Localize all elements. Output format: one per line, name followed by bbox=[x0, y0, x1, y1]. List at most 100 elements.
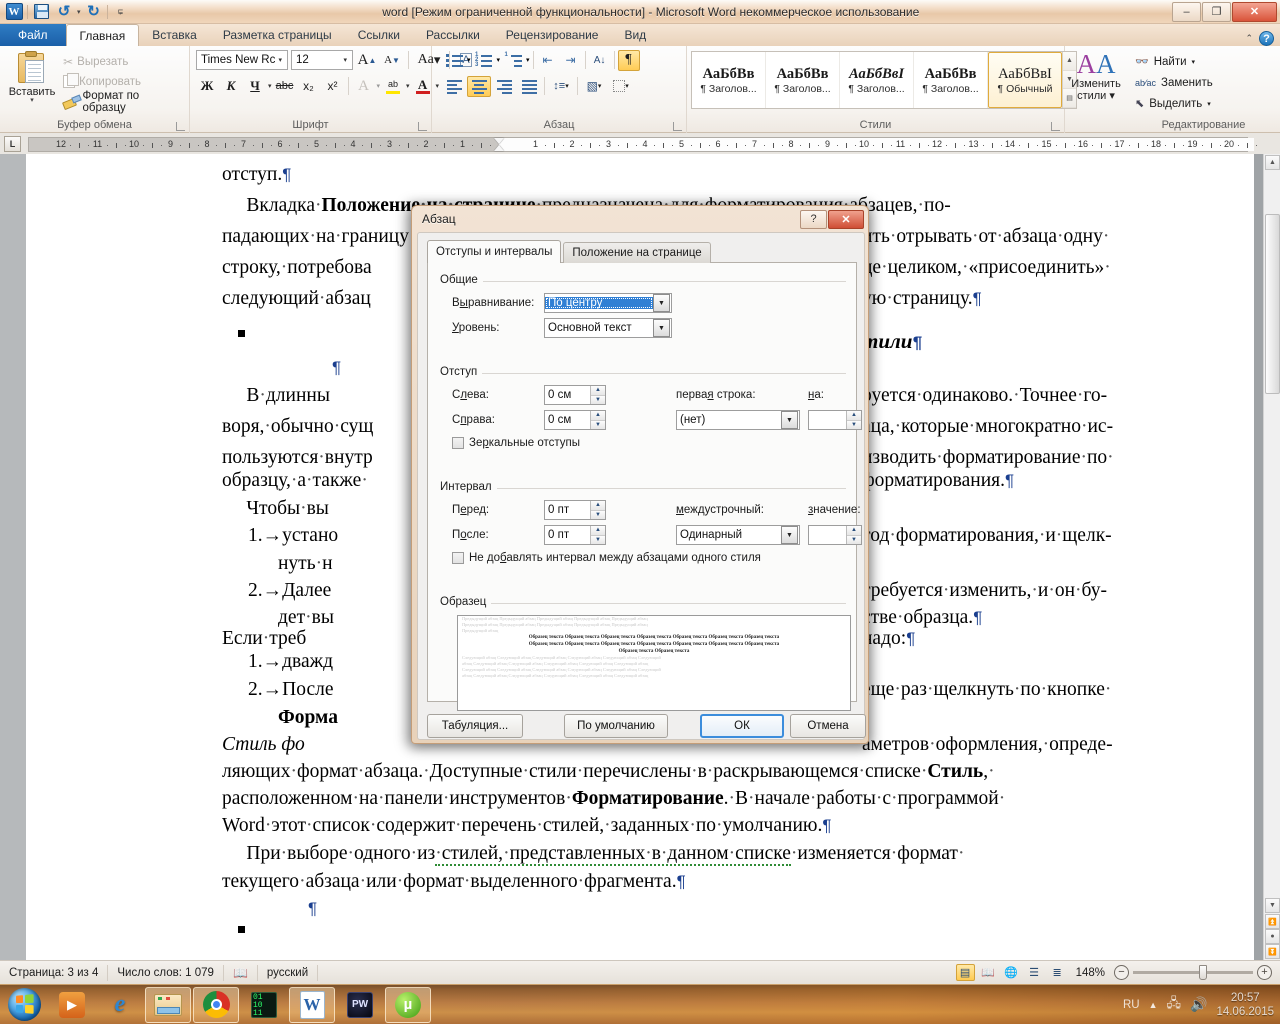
tab-selector-button[interactable]: L bbox=[4, 136, 21, 152]
highlight-button[interactable]: ab bbox=[382, 76, 404, 97]
clock[interactable]: 20:57 14.06.2015 bbox=[1216, 991, 1274, 1019]
style-item-normal[interactable]: АаБбВвI ¶ Обычный bbox=[988, 52, 1062, 108]
tab-home[interactable]: Главная bbox=[65, 24, 140, 46]
show-hidden-icons-button[interactable]: ▲ bbox=[1149, 1000, 1158, 1010]
justify-button[interactable] bbox=[517, 76, 541, 97]
mirror-indents-box[interactable] bbox=[452, 437, 464, 449]
scroll-down-icon[interactable]: ▼ bbox=[1265, 898, 1280, 913]
minimize-button[interactable]: – bbox=[1172, 1, 1201, 22]
italic-button[interactable]: К bbox=[220, 76, 242, 97]
taskbar-item-chrome[interactable] bbox=[193, 986, 239, 1023]
tab-mailings[interactable]: Рассылки bbox=[413, 24, 493, 46]
taskbar-item-utorrent[interactable]: µ bbox=[385, 986, 431, 1023]
status-proofing[interactable]: 📖 bbox=[224, 964, 258, 981]
align-left-button[interactable] bbox=[442, 76, 466, 97]
multilevel-list-button[interactable]: 1 bbox=[501, 50, 525, 71]
view-print-layout-button[interactable]: ▤ bbox=[955, 964, 975, 981]
close-button[interactable]: ✕ bbox=[1232, 1, 1277, 22]
alignment-dropdown-icon[interactable]: ▼ bbox=[653, 294, 670, 312]
underline-dropdown-icon[interactable]: ▾ bbox=[268, 82, 272, 90]
indent-left-spinner[interactable]: 0 см ▲ ▼ bbox=[544, 385, 606, 405]
font-name-combo[interactable]: Times New Rc ▾ bbox=[196, 50, 288, 70]
superscript-button[interactable]: x² bbox=[322, 76, 344, 97]
view-outline-button[interactable]: ☰ bbox=[1025, 964, 1044, 981]
indent-right-spinner[interactable]: 0 см ▲ ▼ bbox=[544, 410, 606, 430]
status-language[interactable]: русский bbox=[258, 964, 319, 981]
volume-icon[interactable]: 🔊 bbox=[1190, 996, 1207, 1013]
subscript-button[interactable]: x₂ bbox=[298, 76, 320, 97]
line-spacing-button[interactable]: ↕≡ ▾ bbox=[548, 76, 574, 97]
previous-page-icon[interactable]: ⏫ bbox=[1265, 914, 1280, 929]
ok-button[interactable]: ОК bbox=[700, 714, 784, 738]
status-words[interactable]: Число слов: 1 079 bbox=[108, 964, 224, 981]
dialog-tab-line-page-breaks[interactable]: Положение на странице bbox=[563, 242, 711, 263]
font-dialog-launcher[interactable] bbox=[418, 122, 427, 131]
replace-button[interactable]: ab⁄ac Заменить bbox=[1131, 72, 1217, 93]
quick-access-toolbar[interactable]: W ↺ ▾ ↻ ⋤ bbox=[0, 2, 131, 21]
restore-button[interactable]: ❐ bbox=[1202, 1, 1231, 22]
highlight-dropdown-icon[interactable]: ▾ bbox=[406, 82, 410, 90]
bullets-dropdown-icon[interactable]: ▾ bbox=[467, 56, 471, 64]
indent-by-spinner[interactable]: ▲ ▼ bbox=[808, 410, 862, 430]
underline-button[interactable]: Ч bbox=[244, 76, 266, 97]
style-item-3[interactable]: АаБбВв ¶ Заголов... bbox=[914, 52, 988, 108]
taskbar-item-matrix-app[interactable]: 01 10 11 bbox=[241, 987, 287, 1023]
shrink-font-button[interactable]: A ▼ bbox=[381, 50, 403, 71]
select-browse-object-icon[interactable]: ● bbox=[1265, 929, 1280, 944]
spacing-before-spinner[interactable]: 0 пт ▲ ▼ bbox=[544, 500, 606, 520]
zoom-level-label[interactable]: 148% bbox=[1071, 967, 1110, 979]
dialog-help-button[interactable]: ? bbox=[800, 209, 827, 229]
view-draft-button[interactable]: ≣ bbox=[1048, 964, 1067, 981]
font-size-combo[interactable]: 12 ▾ bbox=[291, 50, 353, 70]
font-color-button[interactable]: A bbox=[412, 76, 434, 97]
scroll-up-icon[interactable]: ▲ bbox=[1265, 155, 1280, 170]
indent-by-arrows[interactable]: ▲ ▼ bbox=[846, 411, 861, 429]
paste-dropdown-icon[interactable]: ▾ bbox=[30, 97, 34, 104]
taskbar-item-pw-app[interactable]: PW bbox=[337, 987, 383, 1023]
collapse-ribbon-icon[interactable]: ⌃ bbox=[1245, 33, 1253, 44]
horizontal-ruler[interactable]: 12 11 10 9 8 7 6 5 4 3 2 1 1 2 3 4 5 6 7 8 9 10 11 12 13 14 15 16 17… bbox=[28, 137, 1258, 152]
status-page[interactable]: Страница: 3 из 4 bbox=[0, 964, 109, 981]
select-button[interactable]: ⬉ Выделить ▾ bbox=[1131, 93, 1215, 114]
cancel-button[interactable]: Отмена bbox=[790, 714, 866, 738]
tab-page-layout[interactable]: Разметка страницы bbox=[210, 24, 345, 46]
taskbar-item-media-player[interactable]: ▶ bbox=[49, 987, 95, 1023]
find-button[interactable]: 👓 Найти ▾ bbox=[1131, 51, 1199, 72]
first-line-combo[interactable]: (нет) ▼ bbox=[676, 410, 800, 430]
dialog-close-button[interactable]: ✕ bbox=[828, 209, 864, 229]
spacing-after-arrows[interactable]: ▲ ▼ bbox=[590, 526, 605, 544]
text-effects-button[interactable]: A bbox=[353, 76, 375, 97]
start-button[interactable] bbox=[0, 986, 48, 1024]
bullets-button[interactable] bbox=[442, 50, 466, 71]
spacing-before-arrows[interactable]: ▲ ▼ bbox=[590, 501, 605, 519]
taskbar-item-explorer[interactable] bbox=[145, 986, 191, 1023]
indent-left-arrows[interactable]: ▲ ▼ bbox=[590, 386, 605, 404]
align-center-button[interactable] bbox=[467, 75, 491, 97]
save-icon[interactable] bbox=[31, 2, 51, 21]
line-spacing-combo[interactable]: Одинарный ▼ bbox=[676, 525, 800, 545]
dialog-tab-indents-spacing[interactable]: Отступы и интервалы bbox=[427, 240, 562, 263]
taskbar-item-internet-explorer[interactable]: e bbox=[97, 987, 143, 1023]
styles-gallery[interactable]: АаБбВв ¶ Заголов... АаБбВв ¶ Заголов... … bbox=[691, 51, 1077, 109]
first-line-dropdown-icon[interactable]: ▼ bbox=[781, 411, 798, 429]
copy-button[interactable]: Копировать bbox=[60, 72, 185, 91]
tabs-button[interactable]: Табуляция... bbox=[427, 714, 523, 738]
sort-button[interactable]: A↓ bbox=[589, 50, 611, 71]
bold-button[interactable]: Ж bbox=[196, 76, 218, 97]
text-effects-dropdown-icon[interactable]: ▾ bbox=[377, 82, 381, 90]
view-full-screen-reading-button[interactable]: 📖 bbox=[979, 964, 998, 981]
change-styles-button[interactable]: AA Изменить стили ▾ bbox=[1069, 49, 1123, 103]
level-dropdown-icon[interactable]: ▼ bbox=[653, 319, 670, 337]
paragraph-dialog[interactable]: Абзац ? ✕ Отступы и интервалы Положение … bbox=[411, 205, 869, 744]
shading-button[interactable]: ▧ ▾ bbox=[581, 76, 607, 97]
spacing-at-spinner[interactable]: ▲ ▼ bbox=[808, 525, 862, 545]
increase-indent-button[interactable]: ⇥ bbox=[560, 50, 582, 71]
tray-language[interactable]: RU bbox=[1123, 999, 1140, 1011]
mirror-indents-checkbox[interactable]: Зеркальные отступы bbox=[452, 437, 580, 449]
network-icon[interactable]: 🖧 bbox=[1167, 994, 1182, 1016]
clipboard-dialog-launcher[interactable] bbox=[176, 122, 185, 131]
next-page-icon[interactable]: ⏬ bbox=[1265, 944, 1280, 959]
show-formatting-marks-button[interactable]: ¶ bbox=[617, 49, 640, 71]
zoom-out-button[interactable]: − bbox=[1114, 965, 1129, 980]
tab-references[interactable]: Ссылки bbox=[345, 24, 413, 46]
